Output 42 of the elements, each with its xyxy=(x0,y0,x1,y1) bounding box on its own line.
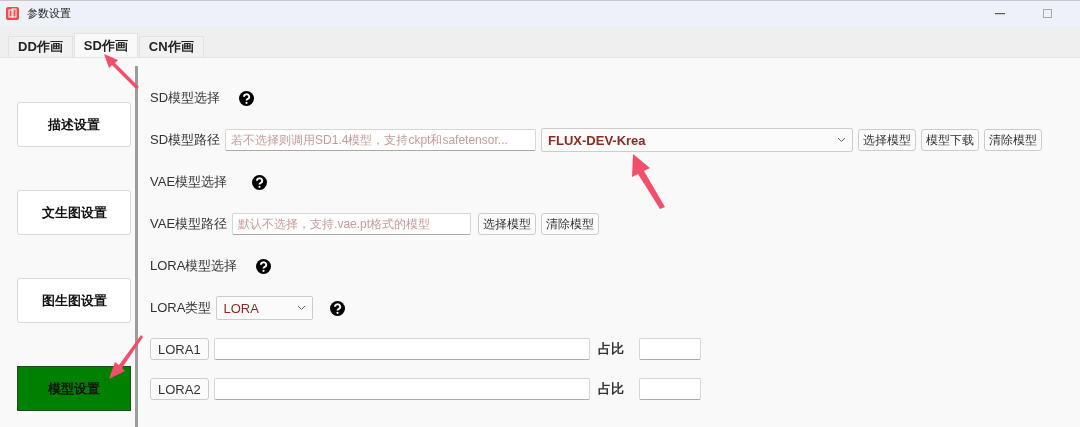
sidebar-button[interactable]: 描述设置 xyxy=(17,102,131,147)
tab[interactable]: DD作画 xyxy=(8,36,73,57)
model-button[interactable]: 模型下载 xyxy=(921,129,980,151)
window-title: 参数设置 xyxy=(27,6,71,21)
sidebar-button[interactable]: 文生图设置 xyxy=(17,190,131,235)
tab[interactable]: SD作画 xyxy=(73,33,138,57)
help-icon[interactable] xyxy=(252,174,268,190)
minimize-icon[interactable] xyxy=(995,12,1005,15)
lora-button[interactable]: LORA1 xyxy=(150,338,209,360)
text-field[interactable] xyxy=(213,338,590,360)
text-field[interactable] xyxy=(213,378,590,400)
text-field[interactable] xyxy=(638,378,701,400)
chevron-down-icon xyxy=(837,137,847,143)
model-button[interactable]: 选择模型 xyxy=(478,213,537,235)
section-heading: SD模型选择 xyxy=(150,89,221,107)
ratio-label: 占比 xyxy=(597,380,624,398)
field-label: VAE模型路径 xyxy=(150,215,228,233)
field-label: LORA类型 xyxy=(150,299,212,317)
model-dropdown[interactable]: FLUX-DEV-Krea xyxy=(541,128,854,152)
lora-button[interactable]: LORA2 xyxy=(150,378,209,400)
lora-type-dropdown[interactable]: LORA xyxy=(216,296,314,320)
help-icon[interactable] xyxy=(330,300,346,316)
chevron-down-icon xyxy=(297,305,307,311)
text-field[interactable] xyxy=(638,338,701,360)
model-button[interactable]: 清除模型 xyxy=(541,213,600,235)
tab[interactable]: CN作画 xyxy=(138,36,204,57)
help-icon[interactable] xyxy=(256,258,272,274)
section-heading: LORA模型选择 xyxy=(150,257,238,275)
annotation-arrow xyxy=(103,53,140,88)
model-button[interactable]: 清除模型 xyxy=(984,129,1043,151)
annotation-arrow xyxy=(630,153,666,208)
field-label: SD模型路径 xyxy=(150,131,221,149)
text-field[interactable]: 默认不选择，支持.vae.pt格式的模型 xyxy=(232,213,472,235)
help-icon[interactable] xyxy=(239,90,255,106)
section-heading: VAE模型选择 xyxy=(150,173,228,191)
sidebar-button[interactable]: 图生图设置 xyxy=(17,278,131,323)
app-icon xyxy=(6,7,19,20)
text-field[interactable]: 若不选择则调用SD1.4模型，支持ckpt和safetensor... xyxy=(225,129,537,151)
sidebar-button[interactable]: 模型设置 xyxy=(17,366,131,411)
annotation-arrow xyxy=(106,334,142,380)
ratio-label: 占比 xyxy=(597,340,624,358)
model-button[interactable]: 选择模型 xyxy=(858,129,917,151)
